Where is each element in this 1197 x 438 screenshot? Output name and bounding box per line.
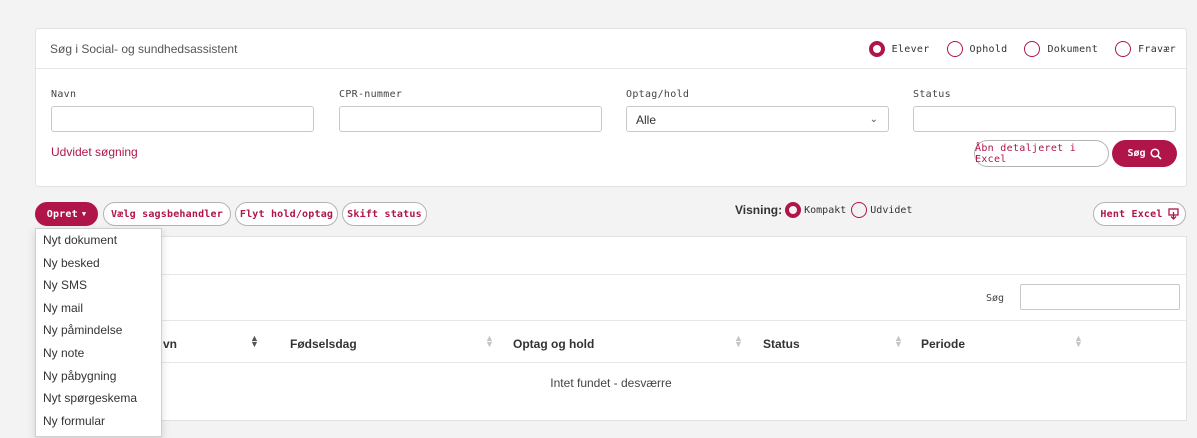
menu-item-new-note[interactable]: Ny note <box>36 342 161 365</box>
table-search-input[interactable] <box>1020 284 1180 310</box>
col-birthday-header[interactable]: Fødselsdag <box>290 337 357 351</box>
search-icon <box>1149 147 1162 160</box>
status-field-group: Status <box>913 89 1176 132</box>
radio-unchecked-icon <box>1024 41 1041 57</box>
sort-icon[interactable]: ▲ ▼ <box>485 334 494 349</box>
results-panel: Søg vn ▲ ▼ Fødselsdag ▲ ▼ Optag og hold ▲ ▼… <box>35 236 1187 421</box>
export-excel-button[interactable]: Hent Excel <box>1093 202 1186 226</box>
menu-item-new-mail[interactable]: Ny mail <box>36 297 161 320</box>
results-header-row <box>36 237 1186 275</box>
navn-field-group: Navn <box>51 89 314 132</box>
navn-label: Navn <box>51 89 77 100</box>
radio-label: Elever <box>891 43 930 55</box>
menu-item-new-document[interactable]: Nyt dokument <box>36 229 161 252</box>
radio-label: Fravær <box>1138 43 1176 55</box>
optag-field-group: Optag/hold Alle ⌄ <box>626 89 889 132</box>
search-panel-title: Søg i Social- og sundhedsassistent <box>50 42 238 56</box>
empty-message: Intet fundet - desværre <box>550 376 672 390</box>
search-button[interactable]: Søg <box>1112 140 1177 167</box>
sort-icon[interactable]: ▲ ▼ <box>1074 334 1083 349</box>
caret-down-icon: ▼ <box>81 210 87 218</box>
menu-item-new-questionnaire[interactable]: Nyt spørgeskema <box>36 387 161 410</box>
assign-caseworker-button[interactable]: Vælg sagsbehandler <box>103 202 231 226</box>
search-type-radio-group: Elever Ophold Dokument Fravær <box>852 41 1176 57</box>
menu-item-new-reminder[interactable]: Ny påmindelse <box>36 319 161 342</box>
menu-item-new-form[interactable]: Ny formular <box>36 410 161 433</box>
radio-elever[interactable]: Elever <box>868 41 930 57</box>
results-search-row: Søg <box>36 275 1186 321</box>
radio-unchecked-icon <box>851 202 868 218</box>
view-compact-label: Kompakt <box>804 204 847 216</box>
view-extended-label: Udvidet <box>870 204 913 216</box>
cpr-field-group: CPR-nummer <box>339 89 602 132</box>
radio-dokument[interactable]: Dokument <box>1024 41 1098 57</box>
move-team-button[interactable]: Flyt hold/optag <box>235 202 338 226</box>
change-status-button[interactable]: Skift status <box>342 202 427 226</box>
radio-unchecked-icon <box>1115 41 1132 57</box>
view-compact-radio[interactable]: Kompakt <box>785 202 846 218</box>
view-selector: Visning: Kompakt Udvidet <box>735 202 912 218</box>
search-panel-header: Søg i Social- og sundhedsassistent Eleve… <box>36 29 1186 69</box>
radio-label: Dokument <box>1047 43 1099 55</box>
status-input[interactable] <box>913 106 1176 132</box>
radio-checked-icon <box>785 202 802 218</box>
export-excel-label: Hent Excel <box>1100 208 1163 220</box>
advanced-search-link[interactable]: Udvidet søgning <box>51 145 138 159</box>
search-button-label: Søg <box>1127 148 1146 159</box>
menu-item-new-extension[interactable]: Ny påbygning <box>36 365 161 388</box>
col-status-header[interactable]: Status <box>763 337 800 351</box>
table-header: vn ▲ ▼ Fødselsdag ▲ ▼ Optag og hold ▲ ▼ Sta… <box>36 321 1186 363</box>
table-search-label: Søg <box>986 293 1005 304</box>
create-dropdown-menu: Nyt dokument Ny besked Ny SMS Ny mail Ny… <box>35 228 162 437</box>
cpr-input[interactable] <box>339 106 602 132</box>
create-button[interactable]: Opret ▼ <box>35 202 98 226</box>
optag-select-value: Alle <box>636 113 657 127</box>
search-panel: Søg i Social- og sundhedsassistent Eleve… <box>35 28 1187 187</box>
chevron-down-icon: ⌄ <box>869 114 878 125</box>
radio-unchecked-icon <box>946 41 963 57</box>
col-name-header[interactable]: vn <box>163 337 177 351</box>
radio-ophold[interactable]: Ophold <box>946 41 1008 57</box>
view-label: Visning: <box>735 203 783 217</box>
optag-select[interactable]: Alle ⌄ <box>626 106 889 132</box>
view-extended-radio[interactable]: Udvidet <box>851 202 912 218</box>
radio-checked-icon <box>868 41 885 57</box>
menu-item-new-message[interactable]: Ny besked <box>36 252 161 275</box>
optag-label: Optag/hold <box>626 89 690 100</box>
col-period-header[interactable]: Periode <box>921 337 965 351</box>
radio-fravaer[interactable]: Fravær <box>1115 41 1176 57</box>
radio-label: Ophold <box>969 43 1008 55</box>
download-icon <box>1167 208 1179 220</box>
open-excel-button[interactable]: Åbn detaljeret i Excel <box>974 140 1109 167</box>
cpr-label: CPR-nummer <box>339 89 403 100</box>
create-button-label: Opret <box>46 208 78 220</box>
sort-icon[interactable]: ▲ ▼ <box>734 334 743 349</box>
col-team-header[interactable]: Optag og hold <box>513 337 594 351</box>
sort-icon[interactable]: ▲ ▼ <box>894 334 903 349</box>
menu-item-new-sms[interactable]: Ny SMS <box>36 274 161 297</box>
navn-input[interactable] <box>51 106 314 132</box>
status-label: Status <box>913 89 951 100</box>
sort-asc-icon[interactable]: ▲ ▼ <box>250 334 259 349</box>
